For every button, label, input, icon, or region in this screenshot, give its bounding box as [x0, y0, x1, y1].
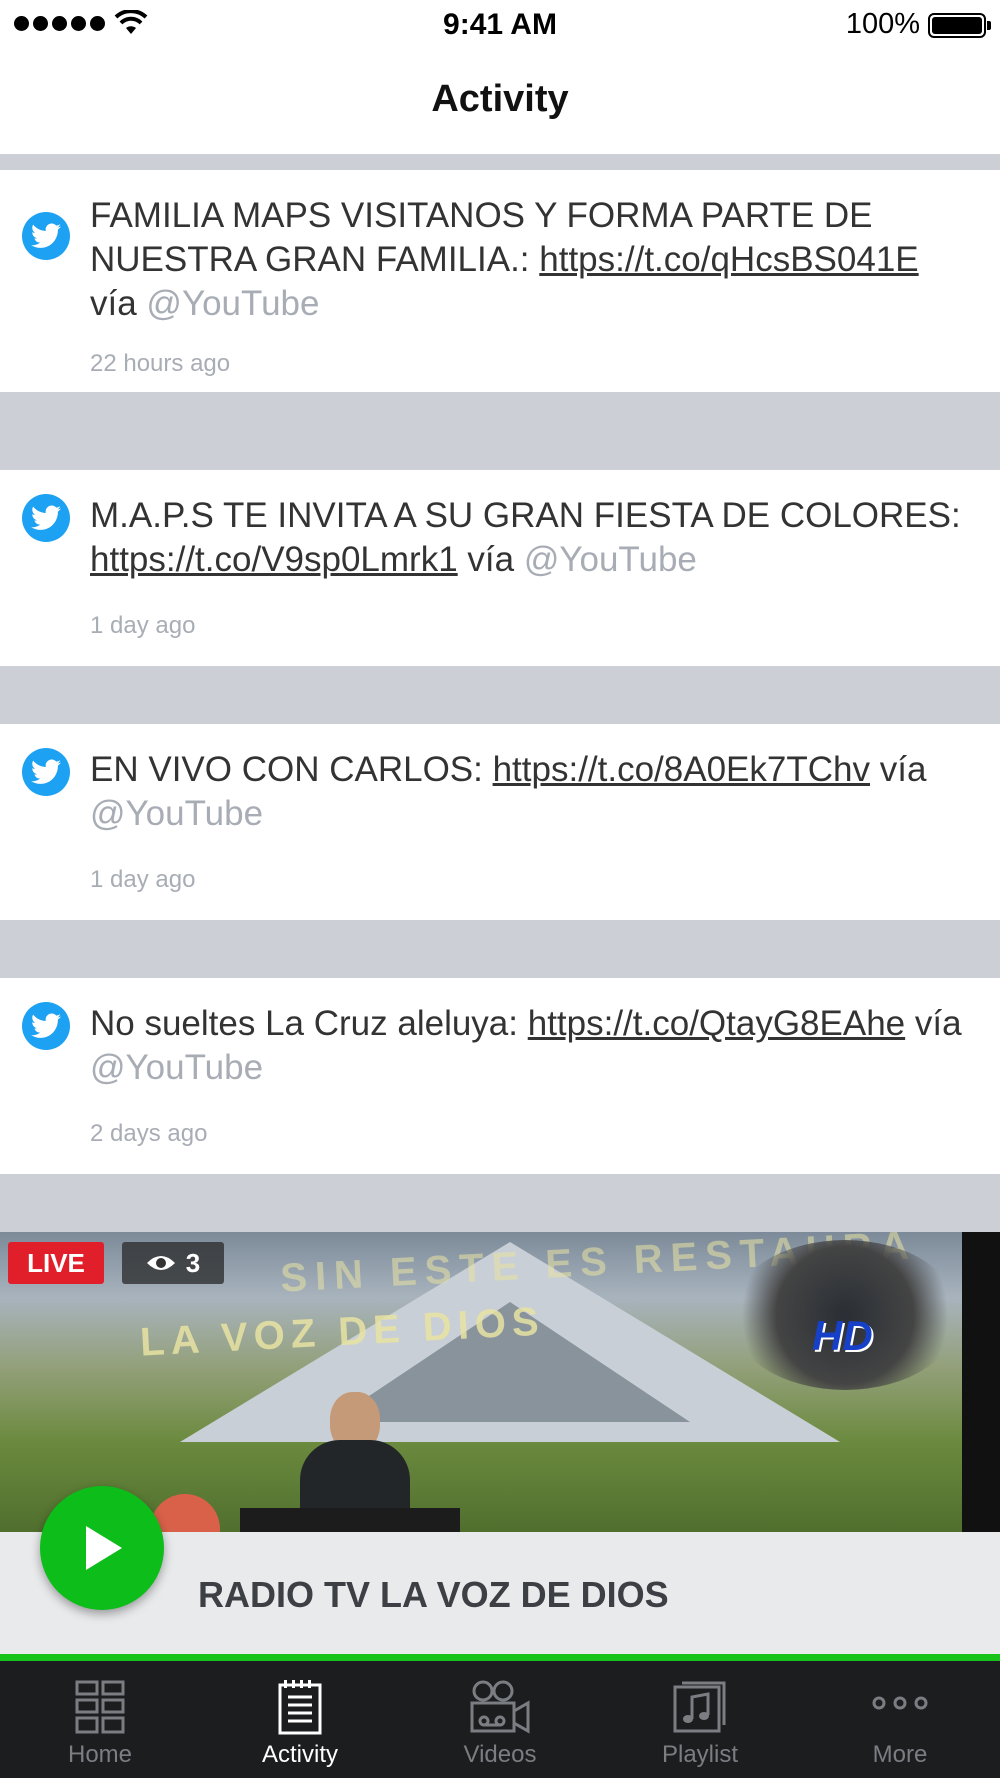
tab-videos[interactable]: Videos — [400, 1661, 600, 1778]
feed-item-via: vía — [457, 540, 524, 579]
feed-item[interactable]: FAMILIA MAPS VISITANOS Y FORMA PARTE DE … — [0, 170, 1000, 392]
tab-home[interactable]: Home — [0, 1661, 200, 1778]
feed-item[interactable]: EN VIVO CON CARLOS: https://t.co/8A0Ek7T… — [0, 724, 1000, 920]
play-button[interactable] — [40, 1486, 164, 1610]
feed-item-via: vía — [90, 284, 147, 323]
twitter-icon — [22, 212, 70, 260]
viewer-count: 3 — [185, 1247, 201, 1278]
feed-item-time: 2 days ago — [90, 1120, 208, 1147]
feed-item-time: 22 hours ago — [90, 350, 231, 377]
feed-item-text: M.A.P.S TE INVITA A SU GRAN FIESTA DE CO… — [90, 494, 970, 582]
mention-link[interactable]: @YouTube — [90, 794, 263, 833]
home-grid-icon — [75, 1680, 125, 1734]
feed-item[interactable]: M.A.P.S TE INVITA A SU GRAN FIESTA DE CO… — [0, 470, 1000, 666]
player-progress-bar — [0, 1654, 1000, 1661]
feed-item-body: EN VIVO CON CARLOS: — [90, 750, 493, 789]
twitter-icon — [22, 748, 70, 796]
tab-label: More — [872, 1741, 928, 1768]
battery-icon — [928, 13, 991, 38]
feed-item-via: vía — [905, 1004, 962, 1043]
tab-playlist[interactable]: Playlist — [600, 1661, 800, 1778]
more-dots-icon — [872, 1696, 928, 1710]
mention-link[interactable]: @YouTube — [90, 1048, 263, 1087]
tweet-link[interactable]: https://t.co/8A0Ek7TChv — [493, 750, 870, 789]
station-name: RADIO TV LA VOZ DE DIOS — [198, 1574, 669, 1615]
live-video-player[interactable]: SIN ESTE ES RESTAURA LA VOZ DE DIOS HD L… — [0, 1232, 1000, 1532]
playlist-music-icon — [673, 1681, 726, 1733]
tab-more[interactable]: More — [800, 1661, 1000, 1778]
tab-activity[interactable]: Activity — [200, 1661, 400, 1778]
tab-bar: Home Activity Videos Playlist More — [0, 1661, 1000, 1778]
feed-item-text: No sueltes La Cruz aleluya: https://t.co… — [90, 1002, 970, 1090]
mention-link[interactable]: @YouTube — [524, 540, 697, 579]
eye-icon — [146, 1256, 175, 1270]
feed-item-time: 1 day ago — [90, 612, 196, 639]
mention-link[interactable]: @YouTube — [146, 284, 319, 323]
feed-item-time: 1 day ago — [90, 866, 196, 893]
video-camera-icon — [470, 1680, 530, 1734]
feed-item-via: vía — [870, 750, 927, 789]
tab-label: Playlist — [661, 1741, 739, 1768]
page-title: Activity — [431, 78, 569, 120]
tweet-link[interactable]: https://t.co/qHcsBS041E — [539, 240, 918, 279]
hd-logo-text: HD — [812, 1312, 873, 1359]
viewer-count-badge: 3 — [122, 1242, 224, 1284]
feed-item-body: No sueltes La Cruz aleluya: — [90, 1004, 528, 1043]
tweet-link[interactable]: https://t.co/V9sp0Lmrk1 — [90, 540, 458, 579]
feed-item-text: FAMILIA MAPS VISITANOS Y FORMA PARTE DE … — [90, 194, 970, 326]
tweet-link[interactable]: https://t.co/QtayG8EAhe — [528, 1004, 905, 1043]
twitter-icon — [22, 494, 70, 542]
feed-item[interactable]: No sueltes La Cruz aleluya: https://t.co… — [0, 978, 1000, 1174]
tab-label: Home — [67, 1741, 133, 1768]
activity-feed[interactable]: FAMILIA MAPS VISITANOS Y FORMA PARTE DE … — [0, 154, 1000, 1232]
twitter-icon — [22, 1002, 70, 1050]
tab-label: Activity — [261, 1741, 338, 1768]
live-badge: LIVE — [8, 1242, 104, 1284]
navigation-bar: Activity — [0, 52, 1000, 154]
feed-item-text: EN VIVO CON CARLOS: https://t.co/8A0Ek7T… — [90, 748, 970, 836]
play-icon — [86, 1526, 122, 1570]
feed-item-body: M.A.P.S TE INVITA A SU GRAN FIESTA DE CO… — [90, 496, 961, 535]
tab-label: Videos — [463, 1741, 537, 1768]
activity-list-icon — [278, 1680, 322, 1735]
status-bar: 9:41 AM 100% — [0, 0, 1000, 52]
battery-percentage: 100% — [845, 8, 920, 40]
